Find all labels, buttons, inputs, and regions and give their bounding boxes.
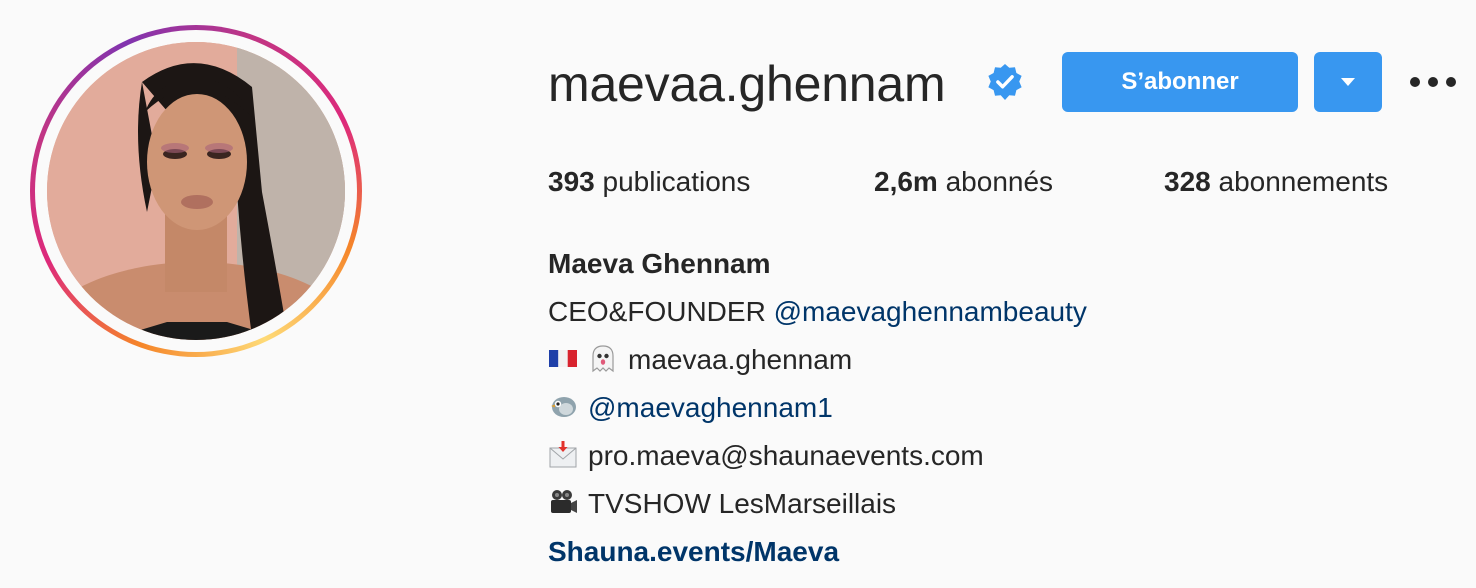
bird-icon — [548, 388, 578, 418]
bio-line-tvshow: TVSHOW LesMarseillais — [548, 480, 1448, 528]
following-label: abonnements — [1218, 166, 1389, 197]
more-options-icon[interactable] — [1404, 66, 1460, 98]
profile-header: maevaa.ghennam S’abonner 393 publication… — [0, 0, 1476, 588]
posts-stat: 393 publications — [548, 160, 750, 204]
france-flag-icon — [548, 340, 578, 370]
suggestions-dropdown-button[interactable] — [1314, 52, 1382, 112]
verified-badge-icon — [988, 63, 1022, 101]
following-count: 328 — [1164, 166, 1211, 197]
bio-email-text: pro.maeva@shaunaevents.com — [588, 440, 984, 471]
envelope-icon — [548, 436, 578, 468]
bio-company-text: CEO&FOUNDER — [548, 296, 766, 327]
movie-camera-icon — [548, 484, 578, 514]
full-name: Maeva Ghennam — [548, 248, 771, 279]
avatar-illustration — [47, 42, 345, 340]
following-stat[interactable]: 328 abonnements — [1164, 160, 1388, 204]
chevron-down-icon — [1341, 78, 1355, 86]
bio-line-second-account: @maevaghennam1 — [548, 384, 1448, 432]
follow-button[interactable]: S’abonner — [1062, 52, 1298, 112]
ghost-icon — [588, 340, 618, 373]
followers-stat[interactable]: 2,6m abonnés — [874, 160, 1053, 204]
username: maevaa.ghennam — [548, 56, 946, 112]
bio-second-account-mention-link[interactable]: @maevaghennam1 — [588, 392, 833, 423]
avatar[interactable] — [47, 42, 345, 340]
website-link[interactable]: Shauna.events/Maeva — [548, 536, 839, 567]
posts-count: 393 — [548, 166, 595, 197]
bio-line-email: pro.maeva@shaunaevents.com — [548, 432, 1448, 480]
bio: Maeva Ghennam CEO&FOUNDER @maevaghennamb… — [548, 240, 1448, 576]
followers-count: 2,6m — [874, 166, 938, 197]
bio-line-website: Shauna.events/Maeva — [548, 528, 1448, 576]
followers-label: abonnés — [945, 166, 1054, 197]
bio-company-mention-link[interactable]: @maevaghennambeauty — [774, 296, 1087, 327]
story-ring[interactable] — [30, 25, 362, 357]
bio-snapchat-text: maevaa.ghennam — [628, 344, 853, 375]
bio-line-snapchat: maevaa.ghennam — [548, 336, 1448, 384]
bio-tvshow-text: TVSHOW LesMarseillais — [588, 488, 897, 519]
bio-line-company: CEO&FOUNDER @maevaghennambeauty — [548, 288, 1448, 336]
posts-label: publications — [602, 166, 751, 197]
